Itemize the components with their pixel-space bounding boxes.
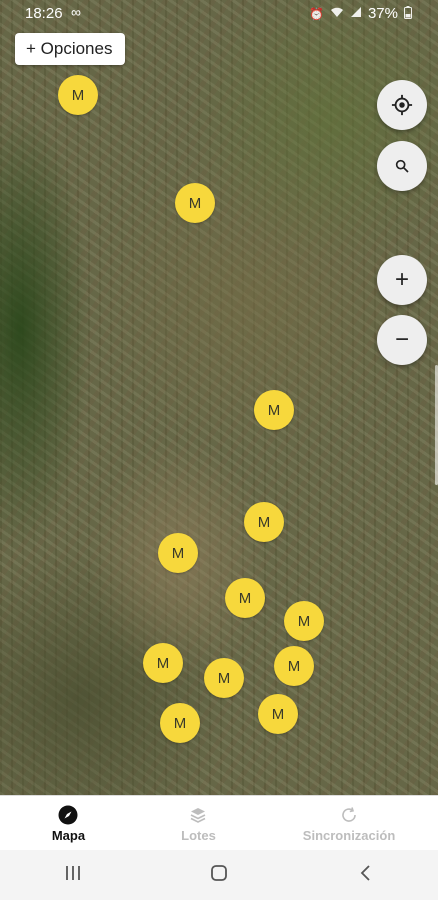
bottom-navigation: Mapa Lotes Sincronización bbox=[0, 795, 438, 851]
map-marker[interactable]: M bbox=[284, 601, 324, 641]
layers-icon bbox=[187, 804, 209, 826]
map-marker[interactable]: M bbox=[175, 183, 215, 223]
map-marker[interactable]: M bbox=[254, 390, 294, 430]
map-marker[interactable]: M bbox=[225, 578, 265, 618]
sync-icon bbox=[338, 804, 360, 826]
status-bar: 18:26 ∞ ⏰ 37% bbox=[0, 0, 438, 28]
recent-apps-button[interactable] bbox=[43, 855, 103, 895]
alarm-icon: ⏰ bbox=[309, 6, 324, 21]
locate-button[interactable] bbox=[377, 80, 427, 130]
map-marker[interactable]: M bbox=[204, 658, 244, 698]
zoom-in-button[interactable]: + bbox=[377, 255, 427, 305]
battery-icon bbox=[404, 5, 412, 22]
infinity-icon: ∞ bbox=[71, 4, 81, 20]
signal-icon bbox=[350, 6, 362, 21]
search-icon bbox=[394, 158, 410, 174]
map-marker[interactable]: M bbox=[143, 643, 183, 683]
tab-lotes[interactable]: Lotes bbox=[137, 796, 260, 851]
map-marker[interactable]: M bbox=[58, 75, 98, 115]
map-marker[interactable]: M bbox=[258, 694, 298, 734]
map-marker[interactable]: M bbox=[160, 703, 200, 743]
system-navigation-bar bbox=[0, 850, 438, 900]
tab-sincronizacion[interactable]: Sincronización bbox=[260, 796, 438, 851]
tab-mapa[interactable]: Mapa bbox=[0, 796, 137, 851]
wifi-icon bbox=[330, 6, 344, 21]
map-marker[interactable]: M bbox=[158, 533, 198, 573]
battery-percent: 37% bbox=[367, 5, 398, 22]
search-button[interactable] bbox=[377, 141, 427, 191]
recent-apps-icon bbox=[64, 865, 82, 886]
status-time: 18:26 bbox=[25, 5, 63, 22]
compass-icon bbox=[57, 804, 79, 826]
map-marker[interactable]: M bbox=[274, 646, 314, 686]
options-button[interactable]: + Opciones bbox=[15, 33, 126, 65]
back-icon bbox=[359, 864, 371, 887]
tab-sincronizacion-label: Sincronización bbox=[302, 828, 396, 843]
zoom-out-button[interactable]: − bbox=[377, 315, 427, 365]
map-marker[interactable]: M bbox=[244, 502, 284, 542]
home-icon bbox=[210, 864, 228, 887]
crosshair-icon bbox=[391, 94, 413, 116]
tab-lotes-label: Lotes bbox=[181, 828, 216, 843]
tab-mapa-label: Mapa bbox=[51, 828, 86, 843]
back-button[interactable] bbox=[335, 855, 395, 895]
home-button[interactable] bbox=[189, 855, 249, 895]
